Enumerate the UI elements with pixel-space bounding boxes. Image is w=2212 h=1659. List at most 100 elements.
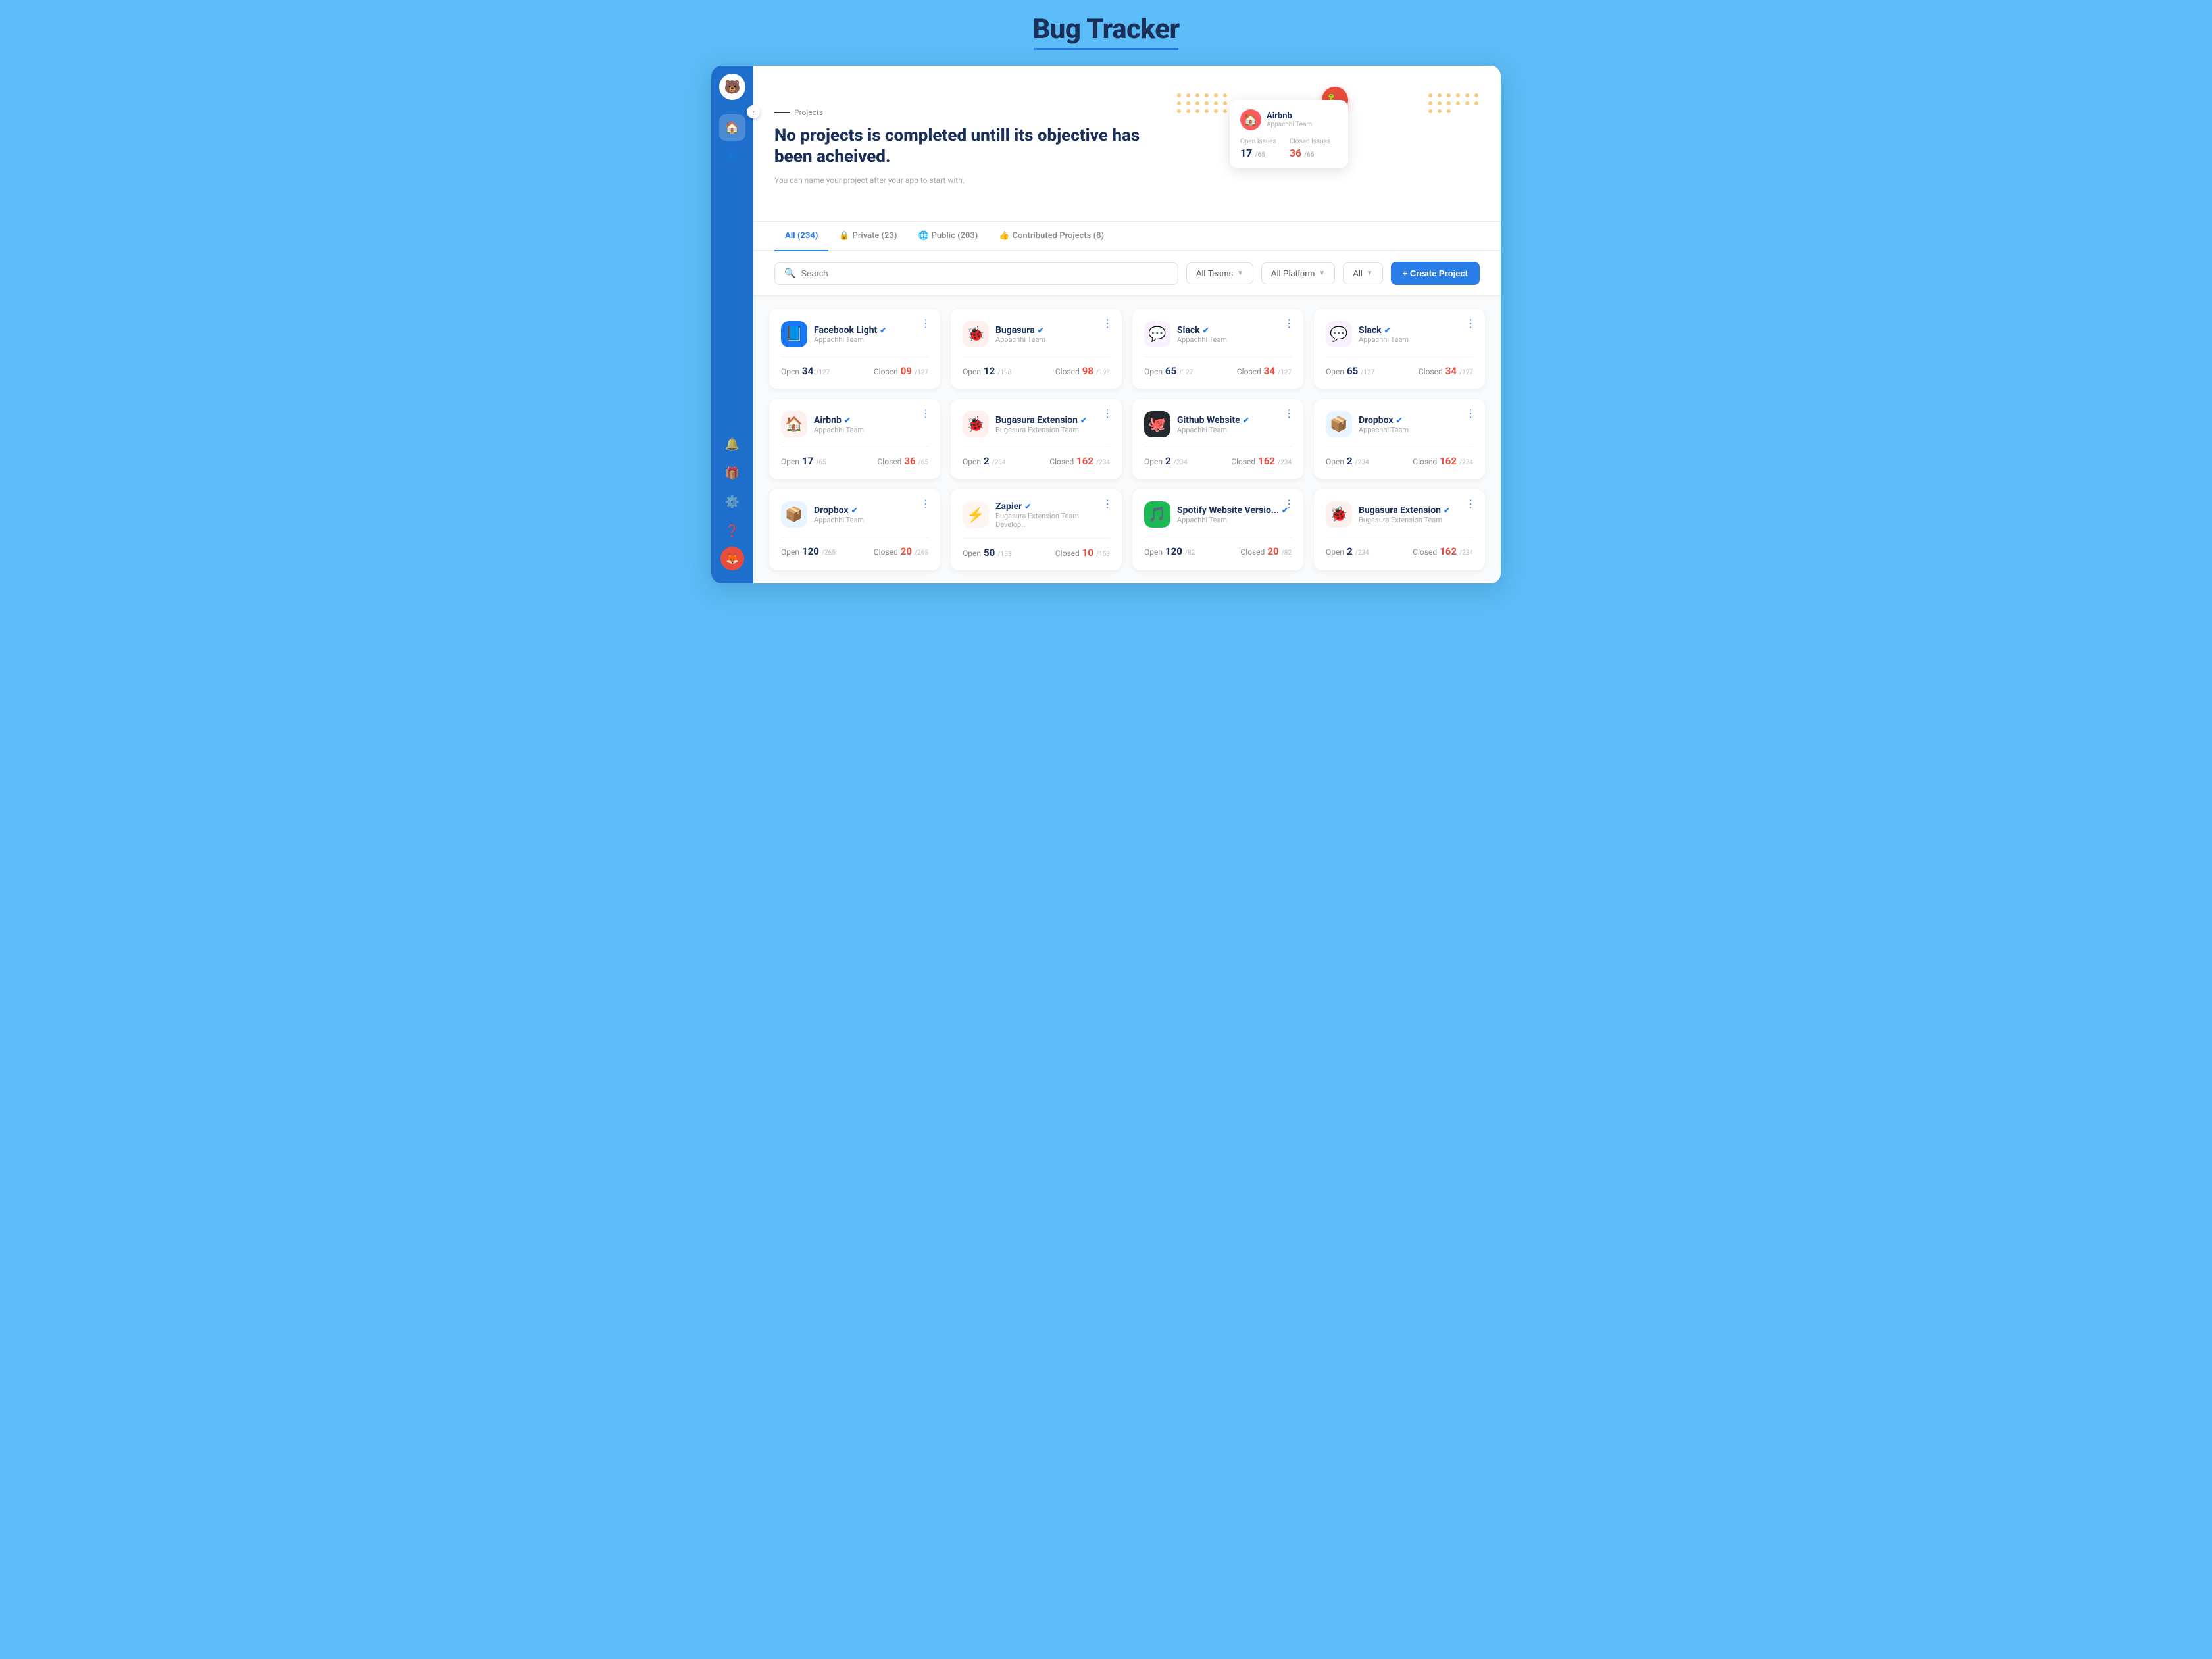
project-card-7[interactable]: ⋮ 🐙 Github Website ✔ Appachhi Team Open … <box>1132 399 1303 479</box>
all-filter[interactable]: All ▼ <box>1343 262 1382 284</box>
verified-icon: ✔ <box>851 506 858 515</box>
project-card-6[interactable]: ⋮ 🐞 Bugasura Extension ✔ Bugasura Extens… <box>951 399 1122 479</box>
create-project-button[interactable]: + Create Project <box>1391 262 1480 285</box>
card-info: Airbnb ✔ Appachhi Team <box>814 415 864 434</box>
card-stats: Open 34 /127 Closed 09 /127 <box>781 357 928 377</box>
sidebar-toggle[interactable]: › <box>747 105 760 118</box>
tab-public[interactable]: 🌐 Public (203) <box>907 222 988 251</box>
closed-total: /198 <box>1096 369 1110 376</box>
project-team: Bugasura Extension Team <box>1359 516 1450 524</box>
deco-dots-right <box>1428 93 1480 113</box>
open-stat: Open 2 /234 <box>1326 545 1369 557</box>
deco-dots-left <box>1177 93 1228 113</box>
open-number: 50 <box>984 547 995 558</box>
open-total: /234 <box>1174 459 1188 466</box>
search-input[interactable] <box>801 268 1168 278</box>
avatar[interactable]: 🦊 <box>720 547 744 570</box>
card-info: Dropbox ✔ Appachhi Team <box>814 505 864 524</box>
open-total: /127 <box>816 369 830 376</box>
search-box[interactable]: 🔍 <box>774 262 1178 285</box>
project-logo: 💬 <box>1144 321 1170 347</box>
card-menu-icon[interactable]: ⋮ <box>1102 317 1113 330</box>
open-number: 65 <box>1347 365 1358 377</box>
card-menu-icon[interactable]: ⋮ <box>1465 317 1476 330</box>
card-menu-icon[interactable]: ⋮ <box>1102 497 1113 510</box>
card-info: Slack ✔ Appachhi Team <box>1177 325 1227 344</box>
sidebar-item-gift[interactable]: 🎁 <box>719 460 745 486</box>
tab-all[interactable]: All (234) <box>774 222 828 251</box>
all-platform-filter[interactable]: All Platform ▼ <box>1261 262 1335 284</box>
card-info: Bugasura Extension ✔ Bugasura Extension … <box>1359 505 1450 524</box>
project-logo: 📦 <box>781 501 807 528</box>
project-logo: 🐞 <box>963 321 989 347</box>
open-stat: Open 50 /153 <box>963 547 1011 558</box>
project-logo: 💬 <box>1326 321 1352 347</box>
app-container: 🐻 › 🏠 👤 🔔 🎁 ⚙️ ❓ 🦊 Projects No projects … <box>711 66 1501 583</box>
project-team: Appachhi Team <box>814 426 864 434</box>
card-info: Github Website ✔ Appachhi Team <box>1177 415 1249 434</box>
closed-count: 36 <box>1290 147 1301 159</box>
card-menu-icon[interactable]: ⋮ <box>1465 407 1476 420</box>
project-card-9[interactable]: ⋮ 📦 Dropbox ✔ Appachhi Team Open 120 /26… <box>769 489 940 570</box>
card-header: 🐞 Bugasura Extension ✔ Bugasura Extensio… <box>1326 501 1473 528</box>
closed-number: 162 <box>1258 455 1275 467</box>
project-logo: 📦 <box>1326 411 1352 437</box>
card-menu-icon[interactable]: ⋮ <box>1465 497 1476 510</box>
closed-total: /153 <box>1096 551 1110 558</box>
sidebar-logo[interactable]: 🐻 <box>719 74 745 100</box>
card-menu-icon[interactable]: ⋮ <box>920 317 931 330</box>
project-name: Zapier ✔ <box>995 501 1110 512</box>
project-team: Bugasura Extension Team <box>995 426 1087 434</box>
project-card-2[interactable]: ⋮ 🐞 Bugasura ✔ Appachhi Team Open 12 /19… <box>951 309 1122 389</box>
card-stats: Open 120 /265 Closed 20 /265 <box>781 537 928 557</box>
project-card-11[interactable]: ⋮ 🎵 Spotify Website Versio... ✔ Appachhi… <box>1132 489 1303 570</box>
project-card-10[interactable]: ⋮ ⚡ Zapier ✔ Bugasura Extension Team Dev… <box>951 489 1122 570</box>
sidebar-item-home[interactable]: 🏠 <box>719 114 745 141</box>
card-menu-icon[interactable]: ⋮ <box>1284 407 1294 420</box>
project-name: Dropbox ✔ <box>814 505 864 516</box>
card-menu-icon[interactable]: ⋮ <box>1284 317 1294 330</box>
all-teams-filter[interactable]: All Teams ▼ <box>1186 262 1253 284</box>
page-title: Bug Tracker <box>1032 13 1179 45</box>
sidebar-item-help[interactable]: ❓ <box>719 518 745 544</box>
tab-contributed[interactable]: 👍 Contributed Projects (8) <box>988 222 1115 251</box>
closed-stat: Closed 98 /198 <box>1055 365 1110 377</box>
card-menu-icon[interactable]: ⋮ <box>1284 497 1294 510</box>
tab-private[interactable]: 🔒 Private (23) <box>828 222 907 251</box>
preview-card-team: Appachhi Team <box>1267 121 1312 128</box>
closed-stat: Closed 34 /127 <box>1419 365 1473 377</box>
project-team: Bugasura Extension Team Develop... <box>995 512 1110 529</box>
project-card-1[interactable]: ⋮ 📘 Facebook Light ✔ Appachhi Team Open … <box>769 309 940 389</box>
sidebar-item-user[interactable]: 👤 <box>719 143 745 170</box>
project-name: Bugasura Extension ✔ <box>995 415 1087 426</box>
project-card-4[interactable]: ⋮ 💬 Slack ✔ Appachhi Team Open 65 /127 C… <box>1314 309 1485 389</box>
sidebar-item-gear[interactable]: ⚙️ <box>719 489 745 515</box>
project-card-5[interactable]: ⋮ 🏠 Airbnb ✔ Appachhi Team Open 17 /65 C… <box>769 399 940 479</box>
project-logo: 🎵 <box>1144 501 1170 528</box>
project-name: Dropbox ✔ <box>1359 415 1409 426</box>
card-info: Slack ✔ Appachhi Team <box>1359 325 1409 344</box>
card-menu-icon[interactable]: ⋮ <box>1102 407 1113 420</box>
closed-number: 09 <box>901 365 912 377</box>
card-menu-icon[interactable]: ⋮ <box>920 407 931 420</box>
sidebar-item-bell[interactable]: 🔔 <box>719 431 745 457</box>
closed-total: /127 <box>915 369 928 376</box>
main-content: Projects No projects is completed untill… <box>753 66 1501 583</box>
open-total: /234 <box>1355 459 1369 466</box>
hero-subtitle: You can name your project after your app… <box>774 176 1151 185</box>
card-menu-icon[interactable]: ⋮ <box>920 497 931 510</box>
verified-icon: ✔ <box>844 416 851 425</box>
closed-stat: Closed 20 /82 <box>1241 545 1292 557</box>
projects-grid: ⋮ 📘 Facebook Light ✔ Appachhi Team Open … <box>753 296 1501 583</box>
project-card-12[interactable]: ⋮ 🐞 Bugasura Extension ✔ Bugasura Extens… <box>1314 489 1485 570</box>
card-info: Spotify Website Versio... ✔ Appachhi Tea… <box>1177 505 1288 524</box>
sidebar-nav: 🏠 👤 <box>719 109 745 427</box>
closed-issues-label: Closed Issues <box>1290 138 1330 145</box>
project-card-8[interactable]: ⋮ 📦 Dropbox ✔ Appachhi Team Open 2 /234 … <box>1314 399 1485 479</box>
project-card-3[interactable]: ⋮ 💬 Slack ✔ Appachhi Team Open 65 /127 C… <box>1132 309 1303 389</box>
card-header: 🐙 Github Website ✔ Appachhi Team <box>1144 411 1292 437</box>
project-team: Appachhi Team <box>1359 335 1409 344</box>
card-header: 📦 Dropbox ✔ Appachhi Team <box>781 501 928 528</box>
verified-icon: ✔ <box>1396 416 1403 425</box>
open-issues-label: Open Issues <box>1240 138 1276 145</box>
